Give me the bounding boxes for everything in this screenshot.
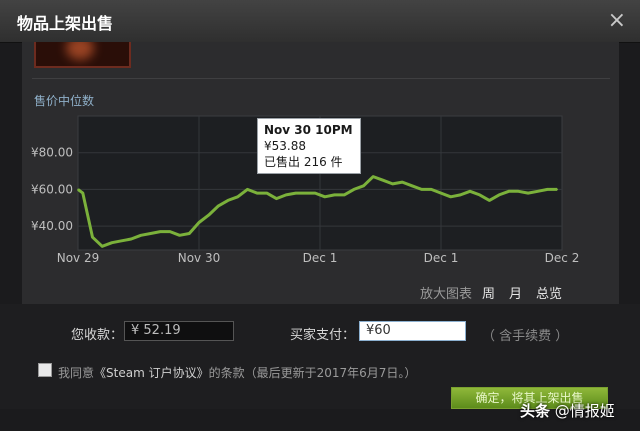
price-point: [382, 179, 384, 182]
price-point: [324, 195, 326, 198]
x-tick-label: Nov 30: [178, 251, 221, 265]
price-point: [449, 195, 452, 198]
price-point: [178, 234, 181, 237]
x-tick-label: Dec 1: [424, 251, 459, 265]
price-point: [372, 175, 375, 178]
price-point: [469, 190, 471, 193]
chart-y-ticks: ¥80.00 ¥60.00 ¥40.00: [31, 146, 73, 233]
price-point: [546, 188, 549, 191]
price-point: [265, 192, 268, 194]
price-point: [527, 192, 529, 194]
dialog-titlebar: 物品上架出售 ×: [0, 0, 640, 43]
price-point: [362, 184, 365, 187]
y-tick-label: ¥80.00: [31, 146, 73, 160]
price-point: [130, 238, 133, 240]
price-point: [517, 190, 520, 193]
agreement-link[interactable]: 《Steam 订户协议》: [94, 366, 209, 380]
price-point: [111, 241, 113, 244]
price-point: [411, 184, 413, 187]
tooltip-sold: 已售出 216 件: [264, 155, 343, 169]
y-tick-label: ¥60.00: [31, 182, 73, 196]
agree-checkbox[interactable]: [38, 363, 52, 377]
fee-note: （ 含手续费 ）: [482, 329, 569, 344]
buyer-pays-input[interactable]: ¥60: [359, 321, 466, 341]
price-point: [256, 192, 258, 194]
price-point: [343, 194, 346, 196]
x-tick-label: Dec 1: [303, 251, 338, 265]
price-point: [120, 240, 123, 242]
price-point: [140, 234, 142, 237]
price-point: [169, 230, 171, 233]
price-point: [91, 236, 94, 238]
tooltip-price: ¥53.88: [264, 139, 306, 153]
buyer-pays-label: 买家支付：: [290, 328, 356, 343]
price-point: [77, 188, 79, 191]
agree-suffix: 的条款（最后更新于2017年6月7日。）: [208, 366, 417, 380]
price-point: [556, 188, 558, 191]
agree-prefix: 我同意: [58, 366, 95, 380]
zoom-week-button[interactable]: 周: [482, 283, 495, 302]
zoom-month-button[interactable]: 月: [509, 283, 522, 302]
price-point: [275, 197, 278, 200]
price-point: [295, 192, 297, 194]
price-point: [149, 232, 152, 235]
price-point: [188, 232, 191, 235]
you-receive-input[interactable]: ¥ 52.19: [124, 321, 234, 341]
price-point: [285, 194, 287, 196]
price-point: [159, 230, 162, 233]
close-icon[interactable]: ×: [608, 8, 626, 33]
price-point: [207, 214, 210, 216]
x-tick-label: Dec 2: [545, 251, 580, 265]
price-point: [101, 245, 103, 248]
price-point: [236, 195, 239, 198]
price-point: [82, 192, 84, 194]
you-receive-label: 您收款：: [71, 328, 124, 343]
agree-text: 我同意《Steam 订户协议》的条款（最后更新于2017年6月7日。）: [58, 364, 416, 381]
tooltip-time: Nov 30 10PM: [264, 123, 353, 137]
price-point: [498, 194, 500, 196]
price-point: [401, 181, 404, 183]
price-point: [314, 192, 316, 194]
price-point: [440, 192, 442, 194]
x-tick-label: Nov 29: [57, 251, 100, 265]
price-point: [333, 194, 336, 196]
price-point: [217, 205, 220, 207]
price-point: [430, 188, 433, 191]
price-point: [353, 188, 355, 191]
price-point: [246, 188, 249, 191]
zoom-label: 放大图表: [420, 287, 473, 302]
price-point: [391, 183, 394, 185]
price-point: [507, 190, 510, 193]
price-point: [478, 194, 481, 196]
price-point: [227, 199, 229, 202]
price-point: [537, 190, 539, 193]
zoom-total-button[interactable]: 总览: [536, 283, 562, 302]
price-point: [198, 221, 200, 224]
price-point: [420, 188, 423, 191]
watermark-brand: 头条: [520, 402, 551, 420]
watermark: 头条 @情报姬: [520, 400, 615, 421]
price-point: [459, 194, 462, 196]
price-point: [304, 192, 307, 194]
dialog-title: 物品上架出售: [17, 14, 114, 33]
price-point: [488, 199, 491, 202]
chart-tooltip: Nov 30 10PM ¥53.88 已售出 216 件: [257, 118, 361, 174]
item-thumbnail: [34, 42, 131, 68]
chart-x-ticks: Nov 29 Nov 30 Dec 1 Dec 1 Dec 2: [57, 251, 580, 265]
watermark-account: @情报姬: [554, 402, 615, 420]
y-tick-label: ¥40.00: [31, 219, 73, 233]
